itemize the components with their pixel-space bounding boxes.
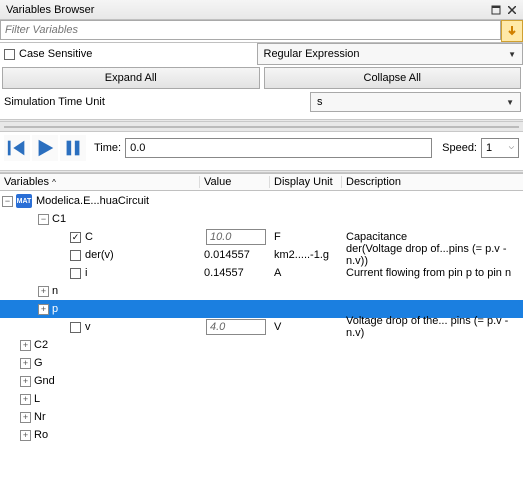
speed-select[interactable]: 1 ⌵ [481,138,519,158]
node-label: Ro [34,429,48,441]
plot-checkbox[interactable]: ✓ [70,232,81,243]
desc-cell: Current flowing from pin p to pin n [342,267,523,279]
speed-label: Speed: [442,142,477,154]
collapse-all-button[interactable]: Collapse All [264,67,522,89]
chevron-down-icon: ▼ [506,98,514,107]
value-input[interactable]: 10.0 [206,229,266,245]
pause-button[interactable] [60,135,86,161]
time-input[interactable] [125,138,432,158]
node-label: L [34,393,40,405]
match-mode-select[interactable]: Regular Expression ▼ [257,43,523,65]
model-icon: MAT [16,194,32,208]
sim-time-unit-value: s [317,96,323,108]
tree-root-label: Modelica.E...huaCircuit [36,195,149,207]
tree-leaf-i[interactable]: i 0.14557 A Current flowing from pin p t… [0,264,523,282]
expand-icon[interactable]: + [20,376,31,387]
case-sensitive-label: Case Sensitive [19,48,92,60]
tree-node-ro[interactable]: +Ro [0,426,523,444]
undock-icon[interactable] [489,3,503,17]
collapse-icon[interactable]: − [38,214,49,225]
expand-icon[interactable]: + [20,412,31,423]
rewind-button[interactable] [4,135,30,161]
node-label: C2 [34,339,48,351]
desc-cell: der(Voltage drop of...pins (= p.v - n.v)… [342,243,523,267]
expand-icon[interactable]: + [20,394,31,405]
node-label: G [34,357,43,369]
column-header-description[interactable]: Description [342,176,523,188]
sim-time-unit-select[interactable]: s ▼ [310,92,521,112]
value-cell: 0.14557 [200,267,270,279]
panel-title: Variables Browser [6,4,487,16]
tree-node-g[interactable]: +G [0,354,523,372]
column-header-variables[interactable]: Variables ^ [0,176,200,188]
chevron-down-icon: ⌵ [509,144,514,152]
node-label: n [52,285,58,297]
time-label: Time: [94,142,121,154]
column-header-display-unit[interactable]: Display Unit [270,176,342,188]
tree-leaf-v[interactable]: v 4.0 V Voltage drop of the... pins (= p… [0,318,523,336]
column-header-value[interactable]: Value [200,176,270,188]
close-icon[interactable] [505,3,519,17]
expand-icon[interactable]: + [20,430,31,441]
leaf-label: der(v) [85,249,114,261]
match-mode-value: Regular Expression [264,48,360,60]
tree-node-gnd[interactable]: +Gnd [0,372,523,390]
tree-leaf-derv[interactable]: der(v) 0.014557 km2.....-1.g der(Voltage… [0,246,523,264]
value-input[interactable]: 4.0 [206,319,266,335]
leaf-label: C [85,231,93,243]
node-label: p [52,303,58,315]
filter-dropdown-button[interactable] [501,20,523,42]
node-label: C1 [52,213,66,225]
tree-node-c1[interactable]: − C1 [0,210,523,228]
expand-icon[interactable]: + [38,286,49,297]
node-label: Nr [34,411,46,423]
plot-checkbox[interactable] [70,268,81,279]
unit-cell: A [270,267,342,279]
expand-icon[interactable]: + [20,358,31,369]
unit-cell: km2.....-1.g [270,249,342,261]
case-sensitive-checkbox[interactable] [4,49,15,60]
collapse-icon[interactable]: − [2,196,13,207]
tree-node-l[interactable]: +L [0,390,523,408]
tree-node-n[interactable]: + n [0,282,523,300]
sim-time-unit-label: Simulation Time Unit [0,96,310,108]
speed-value: 1 [486,142,492,154]
expand-icon[interactable]: + [38,304,49,315]
expand-icon[interactable]: + [20,340,31,351]
value-cell: 0.014557 [200,249,270,261]
play-button[interactable] [32,135,58,161]
desc-cell: Voltage drop of the... pins (= p.v - n.v… [342,315,523,339]
plot-checkbox[interactable] [70,322,81,333]
leaf-label: v [85,321,91,333]
time-scrubber[interactable] [0,122,523,132]
desc-cell: Capacitance [342,231,523,243]
unit-cell: V [270,321,342,333]
expand-all-button[interactable]: Expand All [2,67,260,89]
unit-cell: F [270,231,342,243]
node-label: Gnd [34,375,55,387]
tree-node-nr[interactable]: +Nr [0,408,523,426]
leaf-label: i [85,267,87,279]
plot-checkbox[interactable] [70,250,81,261]
filter-input[interactable] [0,20,501,40]
chevron-down-icon: ▼ [508,50,516,59]
tree-root[interactable]: − MAT Modelica.E...huaCircuit [0,192,523,210]
